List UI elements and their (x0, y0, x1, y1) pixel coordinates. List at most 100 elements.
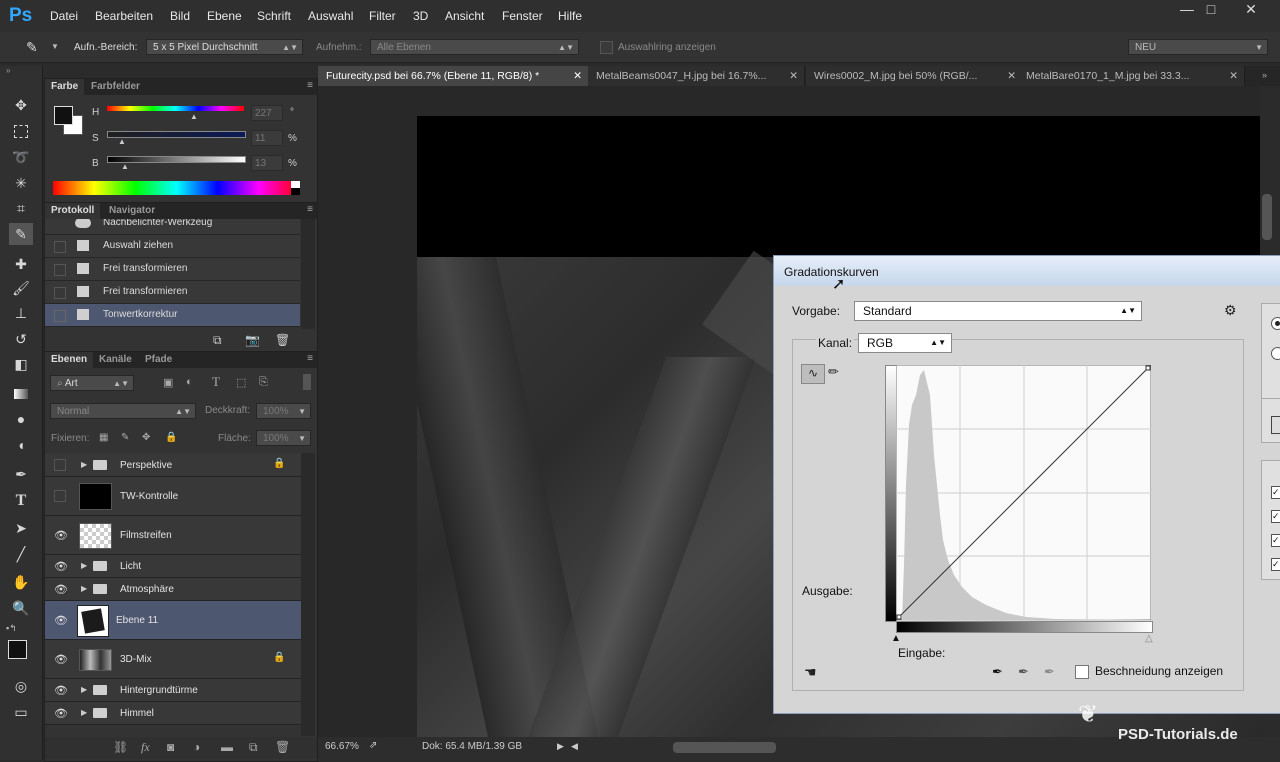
tab-navigator[interactable]: Navigator (103, 203, 161, 219)
lasso-tool-icon[interactable]: ➰ (9, 146, 33, 168)
eye-icon[interactable]: 👁 (54, 684, 68, 697)
close-icon[interactable]: ✕ (1007, 66, 1016, 86)
checkbox-1[interactable]: ✓ (1271, 486, 1280, 499)
dodge-tool-icon[interactable]: ◖ (9, 434, 33, 456)
trash-icon[interactable]: 🗑 (275, 740, 290, 754)
type-tool-icon[interactable]: T (9, 490, 33, 512)
layer-filter-select[interactable]: ⌕ Art ▲▼ (50, 375, 134, 391)
snapshot-checkbox[interactable] (54, 310, 66, 322)
expand-arrow-icon[interactable]: ▶ (81, 561, 87, 570)
close-button[interactable]: ✕ (1231, 0, 1271, 20)
menu-hilfe[interactable]: Hilfe (558, 9, 582, 23)
tab-farbfelder[interactable]: Farbfelder (85, 79, 146, 95)
layer-row[interactable]: 👁 ▶ Atmosphäre (45, 578, 301, 601)
layers-scrollbar[interactable] (301, 453, 315, 736)
panel-menu-icon[interactable]: ≡ (307, 80, 313, 91)
adjustment-layer-icon[interactable]: ◑ (193, 740, 200, 754)
eraser-tool-icon[interactable]: ◧ (9, 353, 33, 375)
brightness-value[interactable]: 13 (251, 155, 283, 171)
checkbox-2[interactable]: ✓ (1271, 510, 1280, 523)
more-tabs-icon[interactable]: » (1262, 70, 1267, 80)
menu-auswahl[interactable]: Auswahl (308, 9, 353, 23)
tab-ebenen[interactable]: Ebenen (45, 352, 94, 368)
eyedropper-icon[interactable]: ✎ (26, 39, 38, 56)
menu-schrift[interactable]: Schrift (257, 9, 291, 23)
curve-point-black[interactable] (896, 614, 902, 620)
menu-bearbeiten[interactable]: Bearbeiten (95, 9, 153, 23)
eye-icon[interactable]: 👁 (54, 614, 68, 627)
crop-tool-icon[interactable]: ⌗ (9, 197, 33, 219)
shape-filter-icon[interactable]: ⬚ (236, 376, 246, 389)
show-ring-checkbox[interactable] (600, 41, 613, 54)
on-image-adjust-icon[interactable]: ☚ (804, 664, 817, 681)
expand-arrow-icon[interactable]: ▶ (81, 460, 87, 469)
checkbox-4[interactable]: ✓ (1271, 558, 1280, 571)
foreground-color-swatch[interactable] (8, 640, 27, 659)
layer-row[interactable]: 👁 ▶ Hintergrundtürme (45, 679, 301, 702)
layer-row[interactable]: 👁 3D-Mix 🔒 (45, 640, 301, 679)
pen-tool-icon[interactable]: ✒ (9, 463, 33, 485)
zoom-tool-icon[interactable]: 🔍 (9, 597, 33, 619)
gear-icon[interactable]: ⚙ (1224, 302, 1237, 319)
saturation-value[interactable]: 11 (251, 130, 283, 146)
add-mask-icon[interactable]: ◙ (167, 740, 174, 754)
foreground-color-swatch[interactable] (54, 106, 73, 125)
gray-eyedropper-icon[interactable]: ✒ (1018, 664, 1029, 680)
menu-ansicht[interactable]: Ansicht (445, 9, 484, 23)
pixel-filter-icon[interactable]: ▣ (163, 376, 173, 389)
opacity-field[interactable]: 100% ▼ (256, 403, 311, 419)
healing-brush-tool-icon[interactable]: ✚ (9, 253, 33, 275)
checkbox-3[interactable]: ✓ (1271, 534, 1280, 547)
default-colors-icon[interactable]: ▪↰ (6, 623, 17, 634)
close-icon[interactable]: ✕ (789, 66, 798, 86)
close-icon[interactable]: ✕ (1229, 66, 1238, 86)
quick-mask-icon[interactable]: ◎ (9, 675, 33, 697)
blur-tool-icon[interactable]: ● (9, 408, 33, 430)
new-group-icon[interactable]: ▬ (221, 740, 233, 754)
history-scrollbar[interactable] (301, 219, 315, 329)
smart-object-filter-icon[interactable]: ⎘ (259, 376, 268, 389)
close-icon[interactable]: ✕ (573, 66, 582, 86)
eye-icon[interactable]: 👁 (54, 707, 68, 720)
snapshot-checkbox[interactable] (54, 287, 66, 299)
dialog-titlebar[interactable]: Gradationskurven (774, 256, 1280, 286)
zoom-level[interactable]: 66.67% (325, 741, 359, 752)
sample-select[interactable]: Alle Ebenen ▲▼ (370, 39, 579, 55)
layer-row[interactable]: 👁 Filmstreifen (45, 516, 301, 555)
expand-arrow-icon[interactable]: ▶ (81, 584, 87, 593)
layer-row[interactable]: TW-Kontrolle (45, 477, 301, 516)
menu-fenster[interactable]: Fenster (502, 9, 543, 23)
snapshot-checkbox[interactable] (54, 264, 66, 276)
menu-ebene[interactable]: Ebene (207, 9, 242, 23)
workspace-select[interactable]: NEU ▼ (1128, 39, 1268, 55)
magic-wand-tool-icon[interactable]: ✳ (9, 172, 33, 194)
tab-farbe[interactable]: Farbe (45, 79, 85, 95)
curves-graph[interactable] (896, 365, 1151, 620)
layer-row-selected[interactable]: 👁 Ebene 11 (45, 601, 301, 640)
eye-icon[interactable]: 👁 (54, 583, 68, 596)
eye-icon[interactable]: 👁 (54, 560, 68, 573)
lock-all-icon[interactable]: 🔒 (165, 432, 177, 443)
chevron-down-icon[interactable]: ▼ (51, 42, 59, 51)
share-icon[interactable]: ⇗ (369, 740, 377, 751)
menu-3d[interactable]: 3D (413, 9, 428, 23)
radio-option[interactable] (1271, 317, 1280, 330)
tab-pfade[interactable]: Pfade (139, 352, 178, 368)
lock-position-icon[interactable]: ✥ (142, 432, 150, 443)
eyedropper-tool-icon[interactable]: ✎ (9, 223, 33, 245)
history-item[interactable]: Nachbelichter-Werkzeug (45, 219, 300, 235)
panel-menu-icon[interactable]: ≡ (307, 204, 313, 215)
scroll-left-icon[interactable]: ◀ (571, 741, 578, 752)
line-tool-icon[interactable]: ╱ (9, 543, 33, 565)
type-filter-icon[interactable]: T (212, 374, 220, 390)
curve-mode-icon[interactable]: ∿ (801, 364, 825, 384)
color-ramp-white[interactable] (291, 181, 300, 188)
layer-row[interactable]: 👁 ▶ Licht (45, 555, 301, 578)
white-eyedropper-icon[interactable]: ✒ (1044, 664, 1055, 680)
color-ramp[interactable] (53, 181, 300, 195)
scroll-thumb[interactable] (1262, 194, 1272, 240)
doc-tab-metalbare[interactable]: MetalBare0170_1_M.jpg bei 33.3... ✕ (1018, 66, 1245, 86)
saturation-slider-handle[interactable]: ▲ (118, 137, 126, 146)
maximize-button[interactable]: □ (1194, 0, 1228, 20)
eye-icon[interactable]: 👁 (54, 529, 68, 542)
